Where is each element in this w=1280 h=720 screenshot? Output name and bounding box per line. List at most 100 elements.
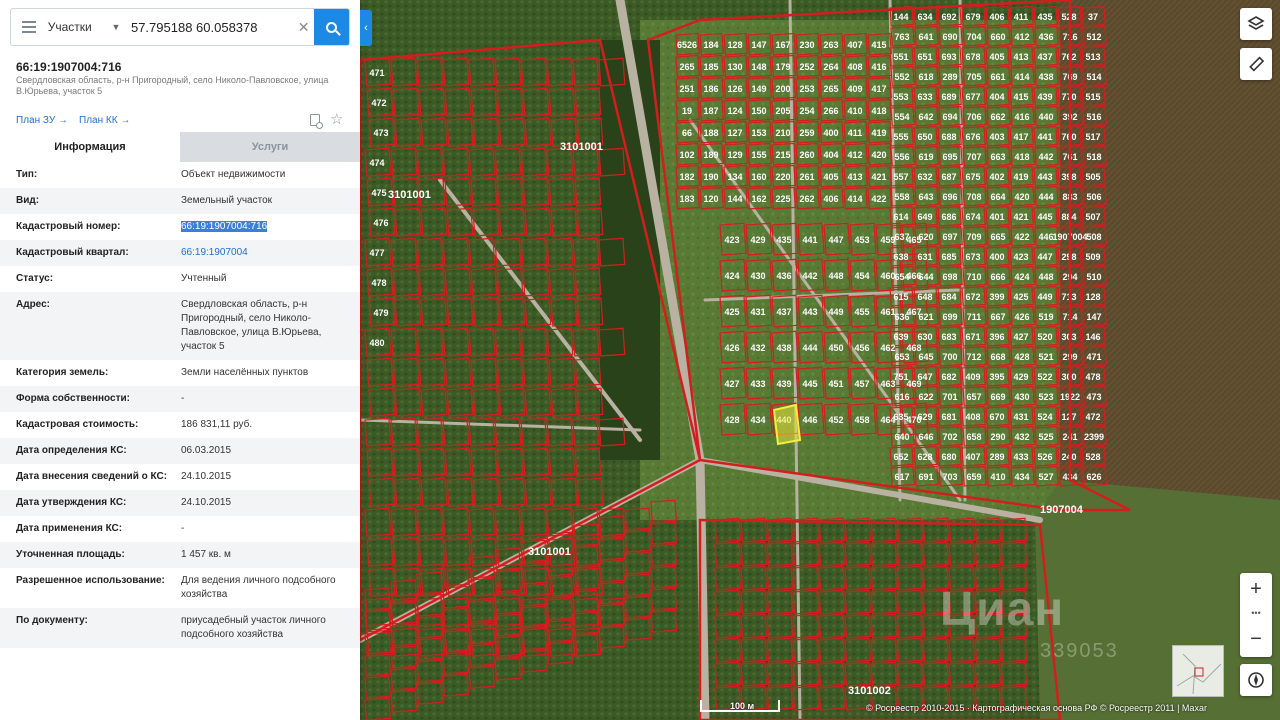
parcel-label: 160 xyxy=(751,172,766,182)
info-key: По документу: xyxy=(16,615,88,626)
parcel-label: 527 xyxy=(1038,472,1053,482)
parcel-label: 681 xyxy=(941,412,956,422)
parcel-label: 417 xyxy=(1013,132,1028,142)
parcel-label: 443 xyxy=(802,307,817,317)
parcel-label: 220 xyxy=(775,172,790,182)
parcel-label: 679 xyxy=(965,12,980,22)
zoom-out-button[interactable]: − xyxy=(1240,625,1272,653)
search-icon xyxy=(326,21,338,33)
parcel-label: 437 xyxy=(1037,52,1052,62)
parcel-label: 706 xyxy=(966,112,981,122)
document-search-icon[interactable] xyxy=(310,114,323,129)
info-row: По документу: приусадебный участок личног… xyxy=(0,608,360,648)
parcel-label: 403 xyxy=(989,132,1004,142)
parcel-label: 436 xyxy=(1038,32,1053,42)
parcel-label: 642 xyxy=(918,112,933,122)
zoom-control[interactable]: + ••• − xyxy=(1240,573,1272,657)
info-row: Категория земель: Земли населённых пункто… xyxy=(0,360,360,386)
plan-zu-link[interactable]: План ЗУ → xyxy=(16,115,68,126)
star-icon[interactable]: ☆ xyxy=(330,110,343,128)
parcel-label: 254 xyxy=(799,106,814,116)
plan-kk-link[interactable]: План КК → xyxy=(79,115,130,126)
info-row: Дата применения КС: - xyxy=(0,516,360,542)
info-key: Вид: xyxy=(16,195,40,206)
parcel-label: 428 xyxy=(724,415,739,425)
parcel-label: 210 xyxy=(775,128,790,138)
search-input[interactable] xyxy=(130,19,293,35)
parcel-label: 205 xyxy=(775,106,790,116)
parcel-label: 506 xyxy=(1086,192,1101,202)
parcel-label: 442 xyxy=(1038,152,1053,162)
parcel-label: 190 xyxy=(703,172,718,182)
parcel-label: 127 xyxy=(727,128,742,138)
collapse-panel-button[interactable]: ‹ xyxy=(360,10,372,46)
compass-button[interactable] xyxy=(1240,664,1272,696)
parcel-label: 200 xyxy=(775,84,790,94)
parcel-label: 289 xyxy=(942,72,957,82)
parcel-label: 149 xyxy=(751,84,766,94)
parcel-label: 451 xyxy=(828,379,843,389)
parcel-label: 186 xyxy=(703,84,718,94)
parcel-label: 473 xyxy=(1086,392,1101,402)
parcel-label: 688 xyxy=(941,132,956,142)
parcel-label: 470 xyxy=(906,415,921,425)
parcel-label: 662 xyxy=(990,112,1005,122)
parcel-label: 428 xyxy=(1014,352,1029,362)
parcel-label: 396 xyxy=(989,332,1004,342)
parcel-label: 144 xyxy=(727,194,742,204)
parcel-label: 697 xyxy=(942,232,957,242)
parcel-label: 446 xyxy=(802,415,817,425)
parcel-label: 553 xyxy=(893,92,908,102)
tab-services[interactable]: Услуги xyxy=(180,132,360,162)
close-icon[interactable]: ✕ xyxy=(293,19,314,36)
zoom-more-button[interactable]: ••• xyxy=(1240,605,1272,621)
parcel-label: 684 xyxy=(941,292,956,302)
parcel-label: 144 xyxy=(893,12,908,22)
parcel-label: 639 xyxy=(893,332,908,342)
info-row: Уточненная площадь: 1 457 кв. м xyxy=(0,542,360,568)
parcel-label: 431 xyxy=(1013,412,1028,422)
info-key: Форма собственности: xyxy=(16,393,130,404)
parcel-label: 558 xyxy=(894,192,909,202)
parcel-label: 430 xyxy=(1014,392,1029,402)
parcel-label: 667 xyxy=(990,312,1005,322)
parcel-label: 701 xyxy=(942,392,957,402)
info-key: Статус: xyxy=(16,273,54,284)
quarter-link[interactable]: 66:19:1907004 xyxy=(180,246,350,266)
zoom-in-button[interactable]: + xyxy=(1240,575,1272,603)
tab-info[interactable]: Информация xyxy=(0,132,180,162)
parcel-label: 434 xyxy=(1014,472,1029,482)
parcel-label: 645 xyxy=(918,352,933,362)
parcel-label: 441 xyxy=(1037,132,1052,142)
menu-icon[interactable] xyxy=(11,9,48,45)
parcel-label: 436 xyxy=(776,271,791,281)
parcel-label: 442 xyxy=(802,271,817,281)
parcel-label: 441 xyxy=(802,235,817,245)
parcel-label: 406 xyxy=(823,194,838,204)
chevron-down-icon[interactable]: ▼ xyxy=(111,22,125,32)
parcel-label: 445 xyxy=(802,379,817,389)
parcel-label: 438 xyxy=(776,343,791,353)
parcel-label: 419 xyxy=(1013,172,1028,182)
info-value: Свердловская область, р-н Пригородный, с… xyxy=(181,299,322,352)
parcel-label: 638 xyxy=(893,252,908,262)
search-type-select[interactable]: Участки xyxy=(48,20,112,34)
parcel-label: 414 xyxy=(847,194,862,204)
info-row: Кадастровый квартал: 66:19:1907004 xyxy=(0,240,360,266)
parcel-label: 516 xyxy=(1086,112,1101,122)
minimap[interactable] xyxy=(1172,645,1224,697)
parcel-label: 264 xyxy=(823,62,838,72)
scale-label: 100 м xyxy=(730,701,755,711)
ruler-button[interactable] xyxy=(1240,48,1272,80)
search-button[interactable] xyxy=(314,9,349,45)
layers-button[interactable] xyxy=(1240,8,1272,40)
parcel-label: 426 xyxy=(724,343,739,353)
parcel-label: 406 xyxy=(989,12,1004,22)
parcel-label: 289 xyxy=(989,452,1004,462)
parcel-label: 405 xyxy=(823,172,838,182)
parcel-label: 155 xyxy=(751,150,766,160)
parcel-label: 669 xyxy=(990,392,1005,402)
parcel-label: 421 xyxy=(1013,212,1028,222)
parcel-label: 262 xyxy=(799,194,814,204)
parcel-label: 423 xyxy=(724,235,739,245)
